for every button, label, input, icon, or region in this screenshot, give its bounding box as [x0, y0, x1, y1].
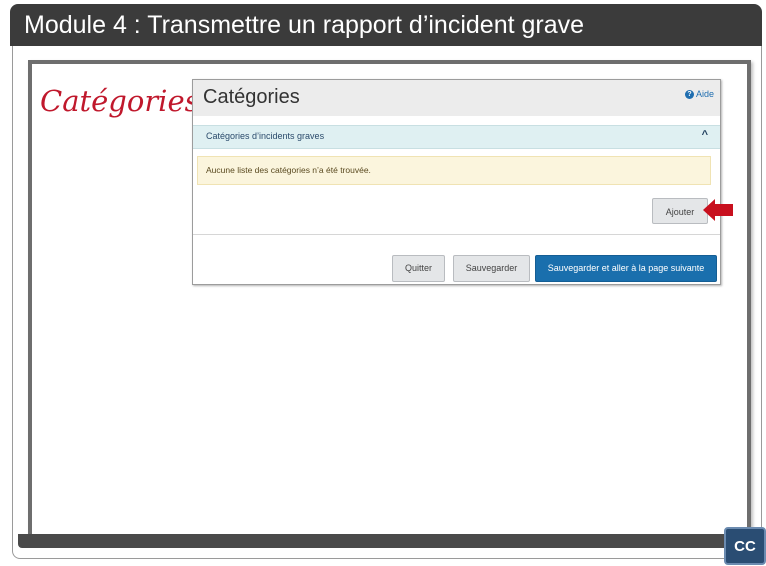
module-title: Module 4 : Transmettre un rapport d’inci…: [24, 11, 585, 39]
chevron-up-icon[interactable]: ^: [702, 129, 708, 141]
app-screenshot: Catégories ? Aide Catégories d’incidents …: [192, 79, 721, 285]
save-button[interactable]: Sauvegarder: [453, 255, 530, 282]
module-title-bar: Module 4 : Transmettre un rapport d’inci…: [10, 4, 762, 46]
help-link[interactable]: ? Aide: [684, 89, 714, 100]
save-and-next-button[interactable]: Sauvegarder et aller à la page suivante: [535, 255, 717, 282]
page-heading: Catégories: [203, 86, 300, 108]
alert-text: Aucune liste des catégories n’a été trou…: [206, 165, 371, 175]
closed-captions-button[interactable]: CC: [724, 527, 766, 565]
accordion-header[interactable]: Catégories d’incidents graves ^: [193, 125, 720, 149]
slide-label: Catégories: [40, 84, 200, 118]
empty-list-alert: Aucune liste des catégories n’a été trou…: [197, 156, 711, 185]
red-arrow-pointer-icon: [703, 199, 733, 221]
player-bottom-bar: [18, 534, 753, 548]
add-button[interactable]: Ajouter: [652, 198, 708, 224]
question-circle-icon: ?: [684, 90, 694, 100]
accordion-label: Catégories d’incidents graves: [206, 131, 325, 141]
app-header: Catégories ? Aide: [193, 80, 720, 116]
quit-button[interactable]: Quitter: [392, 255, 445, 282]
footer-divider: [193, 234, 720, 235]
help-label: Aide: [695, 89, 714, 99]
